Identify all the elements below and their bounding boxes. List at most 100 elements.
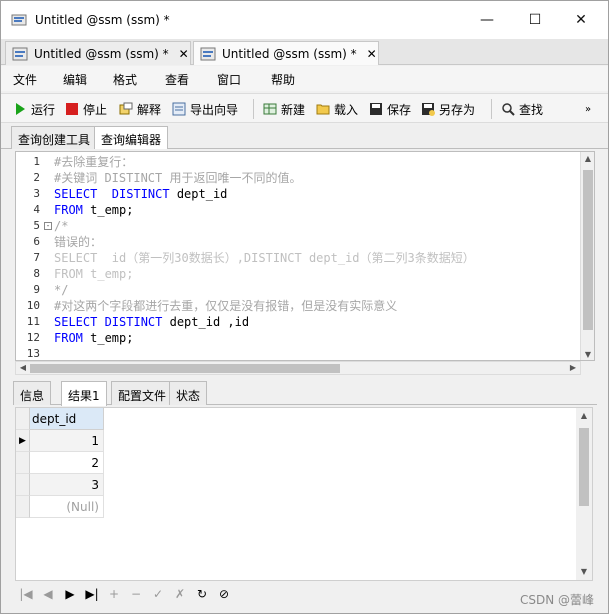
result-grid[interactable]: dept_id ▶ 1 2 3 (Null) ▲ ▼ xyxy=(15,407,593,581)
grid-cell[interactable]: 2 xyxy=(30,452,104,474)
last-record-icon[interactable]: ▶| xyxy=(81,587,103,601)
previous-record-icon[interactable]: ◀ xyxy=(37,587,59,601)
export-wizard-button[interactable]: 导出向导 xyxy=(172,100,238,118)
tab-query-builder[interactable]: 查询创建工具 xyxy=(11,126,98,149)
tab-status[interactable]: 状态 xyxy=(169,381,208,405)
tab-result-1[interactable]: 结果1 xyxy=(61,381,107,406)
line-number: 12 xyxy=(26,331,40,344)
row-indicator[interactable]: ▶ xyxy=(16,430,30,452)
save-button[interactable]: 保存 xyxy=(369,100,411,118)
row-header[interactable] xyxy=(16,474,30,496)
tab-profile[interactable]: 配置文件 xyxy=(111,381,174,405)
code-line[interactable]: 10 #对这两个字段都进行去重，仅仅是没有报错，但是没有实际意义 xyxy=(16,298,582,314)
scroll-left-icon[interactable]: ◀ xyxy=(16,362,30,374)
stop-query-icon[interactable]: ⊘ xyxy=(213,587,235,601)
discard-changes-icon[interactable]: ✗ xyxy=(169,587,191,601)
save-as-button[interactable]: 另存为 xyxy=(421,100,475,118)
refresh-icon[interactable]: ↻ xyxy=(191,587,213,601)
editor-horizontal-scrollbar[interactable]: ◀ ▶ xyxy=(15,361,581,375)
apply-changes-icon[interactable]: ✓ xyxy=(147,587,169,601)
next-record-icon[interactable]: ▶ xyxy=(59,587,81,601)
toolbar-overflow-button[interactable]: » xyxy=(585,100,591,118)
close-tab-icon[interactable]: ✕ xyxy=(179,47,189,61)
code-token: FROM t_emp; xyxy=(54,267,134,281)
menu-edit[interactable]: 编辑 xyxy=(63,71,87,88)
document-tab-1[interactable]: Untitled @ssm (ssm) * ✕ xyxy=(5,41,191,65)
result-tabs: 信息 结果1 配置文件 状态 xyxy=(13,381,597,406)
explain-button[interactable]: 解释 xyxy=(119,100,161,118)
grid-cell[interactable]: 3 xyxy=(30,474,104,496)
fold-toggle-icon[interactable]: - xyxy=(44,222,52,230)
code-line[interactable]: 12 FROM t_emp; xyxy=(16,330,582,346)
code-line[interactable]: 8 FROM t_emp; xyxy=(16,266,582,282)
code-token: SELECT id（第一列30数据长）,DISTINCT dept_id（第二列… xyxy=(54,251,475,265)
search-icon xyxy=(502,103,515,116)
stop-button[interactable]: 停止 xyxy=(65,100,107,118)
line-number: 10 xyxy=(26,299,40,312)
scroll-right-icon[interactable]: ▶ xyxy=(566,362,580,374)
grid-cell-null[interactable]: (Null) xyxy=(30,496,104,518)
document-tab-2[interactable]: Untitled @ssm (ssm) * ✕ xyxy=(193,41,379,65)
line-number: 8 xyxy=(33,267,40,280)
load-button[interactable]: 载入 xyxy=(316,100,358,118)
grid-cell[interactable]: 1 xyxy=(30,430,104,452)
code-line[interactable]: 5-/* xyxy=(16,218,582,234)
code-text: FROM t_emp; xyxy=(54,202,133,218)
scroll-down-icon[interactable]: ▼ xyxy=(576,564,592,580)
code-token: */ xyxy=(54,283,69,297)
code-text: #去除重复行： xyxy=(54,154,133,170)
scroll-up-icon[interactable]: ▲ xyxy=(581,152,594,166)
code-line[interactable]: 6 错误的： xyxy=(16,234,582,250)
scroll-down-icon[interactable]: ▼ xyxy=(581,348,594,360)
code-line[interactable]: 3 SELECT DISTINCT dept_id xyxy=(16,186,582,202)
tab-query-editor[interactable]: 查询编辑器 xyxy=(94,126,169,149)
close-button[interactable]: ✕ xyxy=(558,1,604,39)
code-token: t_emp; xyxy=(82,331,134,345)
menu-help[interactable]: 帮助 xyxy=(271,71,295,88)
code-text: SELECT id（第一列30数据长）,DISTINCT dept_id（第二列… xyxy=(54,250,475,266)
scroll-thumb[interactable] xyxy=(583,170,593,330)
code-line[interactable]: 2 #关键词 DISTINCT 用于返回唯一不同的值。 xyxy=(16,170,582,186)
first-record-icon[interactable]: |◀ xyxy=(15,587,37,601)
add-record-icon[interactable]: + xyxy=(103,587,125,601)
menu-file[interactable]: 文件 xyxy=(13,71,37,88)
menu-bar: 文件 编辑 格式 查看 窗口 帮助 xyxy=(1,66,608,91)
code-line[interactable]: 13 xyxy=(16,346,582,360)
save-as-label: 另存为 xyxy=(439,102,476,117)
code-line[interactable]: 4 FROM t_emp; xyxy=(16,202,582,218)
minimize-button[interactable]: — xyxy=(464,1,510,39)
app-icon xyxy=(11,14,27,26)
scroll-thumb[interactable] xyxy=(30,364,340,373)
row-header[interactable] xyxy=(16,496,30,518)
code-text: 错误的： xyxy=(54,234,102,250)
code-text: SELECT DISTINCT dept_id xyxy=(54,186,227,202)
code-line[interactable]: 11 SELECT DISTINCT dept_id ,id xyxy=(16,314,582,330)
grid-vertical-scrollbar[interactable]: ▲ ▼ xyxy=(576,408,592,580)
code-lines: 1 #去除重复行： 2 #关键词 DISTINCT 用于返回唯一不同的值。 3 SELEC… xyxy=(16,154,582,360)
code-line[interactable]: 9 */ xyxy=(16,282,582,298)
code-token: #关键词 DISTINCT 用于返回唯一不同的值。 xyxy=(54,171,302,185)
scroll-thumb[interactable] xyxy=(579,428,589,506)
find-button[interactable]: 查找 xyxy=(501,100,543,118)
menu-window[interactable]: 窗口 xyxy=(217,71,241,88)
close-tab-icon[interactable]: ✕ xyxy=(367,47,377,61)
sql-editor[interactable]: 1 #去除重复行： 2 #关键词 DISTINCT 用于返回唯一不同的值。 3 SELEC… xyxy=(15,151,595,361)
editor-sub-tabs: 查询创建工具 查询编辑器 xyxy=(1,125,608,149)
editor-vertical-scrollbar[interactable]: ▲ ▼ xyxy=(580,152,594,360)
new-button[interactable]: 新建 xyxy=(263,100,305,118)
menu-view[interactable]: 查看 xyxy=(165,71,189,88)
row-header[interactable] xyxy=(16,452,30,474)
column-header-dept-id[interactable]: dept_id xyxy=(30,408,104,430)
delete-record-icon[interactable]: − xyxy=(125,587,147,601)
play-icon xyxy=(16,103,25,115)
code-line[interactable]: 1 #去除重复行： xyxy=(16,154,582,170)
code-line[interactable]: 7 SELECT id（第一列30数据长）,DISTINCT dept_id（第二… xyxy=(16,250,582,266)
menu-format[interactable]: 格式 xyxy=(113,71,137,88)
tab-message[interactable]: 信息 xyxy=(13,381,52,405)
scroll-up-icon[interactable]: ▲ xyxy=(576,408,592,424)
code-token: /* xyxy=(54,219,69,233)
maximize-button[interactable]: ☐ xyxy=(512,1,558,39)
save-as-icon xyxy=(422,103,435,116)
line-number: 3 xyxy=(33,187,40,200)
run-button[interactable]: 运行 xyxy=(13,100,55,118)
